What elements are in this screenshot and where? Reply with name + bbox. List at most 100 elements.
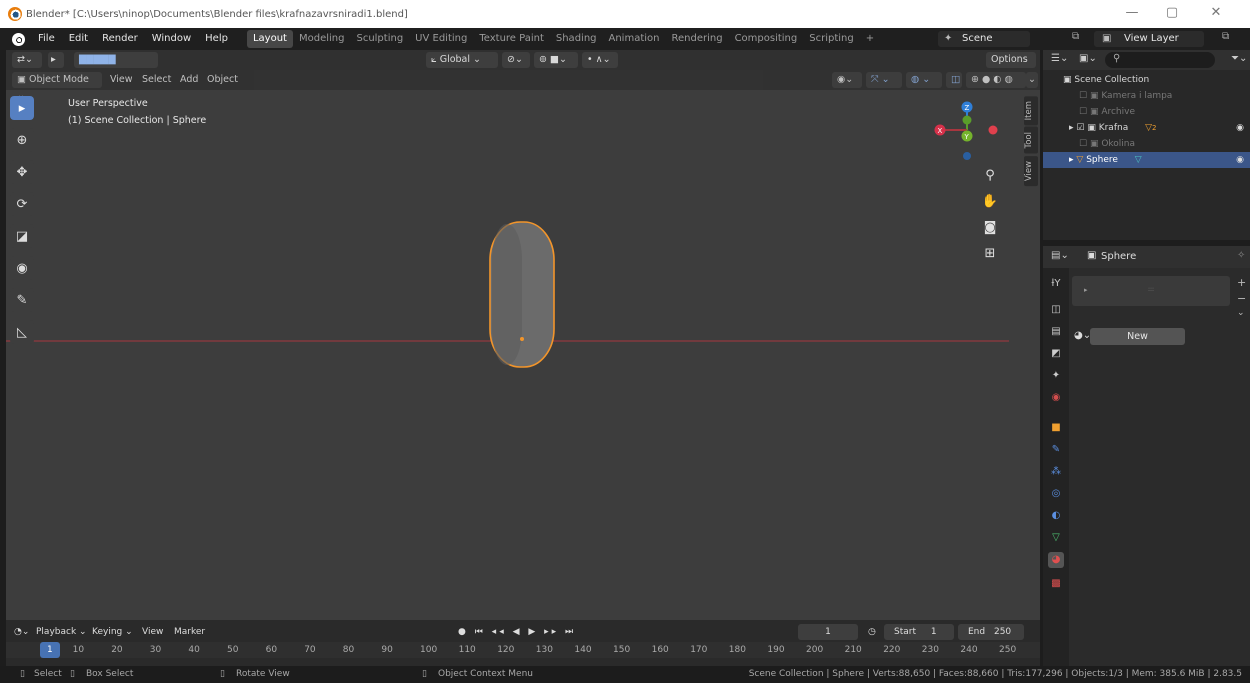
select-box-tool-icon[interactable]: ▸ [10,96,34,120]
timeline-ruler[interactable]: 1 10 20 30 40 50 60 70 80 90 100 110 120 130 140 150 160… [6,642,1040,658]
snap-toggle[interactable]: ⊚ ■⌄ [534,52,578,68]
select-tool-icon[interactable]: ▸ [48,52,64,68]
physics-tab-icon[interactable]: ◎ [1048,486,1064,502]
menu-view[interactable]: View [110,72,133,88]
outliner-item-okolina[interactable]: ☐ ▣ Okolina [1043,136,1250,152]
scene-selector[interactable]: ✦ Scene [938,31,1030,47]
outliner-item-archive[interactable]: ☐ ▣ Archive [1043,104,1250,120]
overlay-toggle[interactable]: ◍ ⌄ [906,72,942,88]
annotate-tool-icon[interactable]: ✎ [10,288,34,312]
end-frame-field[interactable]: End 250 [958,624,1024,640]
timeline-tick[interactable]: 170 [690,642,707,658]
menu-select[interactable]: Select [142,72,171,88]
timeline-tick[interactable]: 80 [343,642,354,658]
transform-orientation-dropdown[interactable]: ⟀ Global ⌄ [426,52,498,68]
tab-tool[interactable]: Tool [1024,127,1038,154]
rotate-tool-icon[interactable]: ⟳ [10,192,34,216]
timeline-tick[interactable]: 40 [188,642,199,658]
timeline-tick[interactable]: 100 [420,642,437,658]
slot-specials-icon[interactable]: ⌄ [1237,308,1245,318]
timeline-tick[interactable]: 200 [806,642,823,658]
outliner-editor-icon[interactable]: ☰⌄ [1051,53,1068,64]
shading-dropdown[interactable]: ⌄ [1026,72,1038,88]
pin-icon[interactable]: ✧ [1237,250,1245,261]
timeline-tick[interactable]: 220 [883,642,900,658]
ortho-grid-icon[interactable]: ⊞ [978,242,1002,266]
material-slot-list[interactable]: ▸ ::: [1072,276,1230,306]
tab-rendering[interactable]: Rendering [665,30,728,48]
tool-tab-icon[interactable]: ƚY [1048,276,1064,292]
outliner-item-krafna[interactable]: ▸ ☑ ▣ Krafna ▽2 ◉ [1043,120,1250,136]
object-tab-icon[interactable]: ■ [1048,420,1064,436]
timeline-tick[interactable]: 60 [266,642,277,658]
checkbox-off-icon[interactable]: ☐ [1079,139,1090,149]
xray-toggle[interactable]: ◫ [946,72,962,88]
scale-tool-icon[interactable]: ◪ [10,224,34,248]
selection-mode-buttons[interactable]: ▇▇▇▇▇ [74,52,158,68]
timeline-tick[interactable]: 150 [613,642,630,658]
gizmo-toggle[interactable]: ⤧ ⌄ [866,72,902,88]
add-workspace-button[interactable]: + [860,30,880,48]
pan-hand-icon[interactable]: ✋ [978,190,1002,214]
new-material-button[interactable]: New [1090,328,1185,345]
editor-type-button[interactable]: ⇄⌄ [12,52,42,68]
particles-tab-icon[interactable]: ⁂ [1048,464,1064,480]
keying-menu[interactable]: Keying ⌄ [92,624,133,640]
outliner[interactable]: ☰⌄ ▣⌄ ⚲ ⏷⌄ ▣ Scene Collection ☐ ▣ Kamera… [1043,50,1250,240]
new-view-layer-icon[interactable]: ⧉ [1222,31,1229,42]
timeline-editor[interactable]: ◔⌄ Playback ⌄ Keying ⌄ View Marker ● ⏮ ◂… [6,620,1040,666]
tab-animation[interactable]: Animation [603,30,666,48]
menu-window[interactable]: Window [145,28,198,50]
resize-handle-icon[interactable]: ::: [1148,286,1154,293]
timeline-tick[interactable]: 1 [40,642,60,658]
tab-modeling[interactable]: Modeling [293,30,351,48]
outliner-scene-collection[interactable]: ▣ Scene Collection [1043,72,1250,88]
modifier-tab-icon[interactable]: ✎ [1048,442,1064,458]
tab-texture-paint[interactable]: Texture Paint [473,30,550,48]
stopwatch-icon[interactable]: ◷ [868,624,876,640]
measure-tool-icon[interactable]: ◺ [10,320,34,344]
menu-edit[interactable]: Edit [62,28,95,50]
timeline-tick[interactable]: 180 [729,642,746,658]
start-frame-field[interactable]: Start 1 [884,624,954,640]
world-tab-icon[interactable]: ◉ [1048,390,1064,406]
move-tool-icon[interactable]: ✥ [10,160,34,184]
visibility-eye-icon[interactable]: ◉ [1236,120,1244,136]
view-layer-selector[interactable]: ▣ View Layer [1094,31,1204,47]
timeline-tick[interactable]: 20 [111,642,122,658]
material-tab-icon[interactable]: ◕ [1048,552,1064,568]
timeline-tick[interactable]: 130 [536,642,553,658]
outliner-search-input[interactable]: ⚲ [1105,52,1215,68]
timeline-tick[interactable]: 70 [304,642,315,658]
properties-editor-icon[interactable]: ▤⌄ [1051,250,1069,261]
pivot-point-dropdown[interactable]: ⊘⌄ [502,52,530,68]
remove-slot-icon[interactable]: − [1237,292,1246,305]
menu-add[interactable]: Add [180,72,198,88]
filter-icon[interactable]: ⏷⌄ [1231,53,1247,64]
properties-editor[interactable]: ▤⌄ ▣ Sphere ✧ ƚY ◫ ▤ ◩ ✦ ◉ ■ ✎ ⁂ ◎ ◐ ▽ ◕… [1043,246,1250,666]
timeline-tick[interactable]: 250 [999,642,1016,658]
maximize-button[interactable]: ▢ [1152,0,1192,28]
camera-view-icon[interactable]: ◙ [978,216,1002,240]
timeline-editor-type-icon[interactable]: ◔⌄ [14,624,29,640]
cursor-tool-icon[interactable]: ⊕ [10,128,34,152]
playback-controls[interactable]: ● ⏮ ◂◂ ◀ ▶ ▸▸ ⏭ [458,624,576,640]
proportional-edit-toggle[interactable]: • ∧⌄ [582,52,618,68]
options-dropdown[interactable]: Options ⌄ [986,52,1036,81]
menu-render[interactable]: Render [95,28,145,50]
tab-layout[interactable]: Layout [246,30,293,48]
menu-object[interactable]: Object [207,72,238,88]
timeline-tick[interactable]: 50 [227,642,238,658]
checkbox-off-icon[interactable]: ☐ [1079,91,1090,101]
tab-item[interactable]: Item [1024,96,1038,126]
timeline-tick[interactable]: 190 [767,642,784,658]
tab-view[interactable]: View [1024,155,1038,187]
output-tab-icon[interactable]: ▤ [1048,324,1064,340]
3d-viewport[interactable]: Z X Y [6,50,1040,620]
browse-material-icon[interactable]: ◕⌄ [1074,330,1091,341]
timeline-tick[interactable]: 240 [960,642,977,658]
add-slot-icon[interactable]: + [1237,276,1246,289]
timeline-tick[interactable]: 160 [652,642,669,658]
timeline-tick[interactable]: 90 [381,642,392,658]
constraints-tab-icon[interactable]: ◐ [1048,508,1064,524]
